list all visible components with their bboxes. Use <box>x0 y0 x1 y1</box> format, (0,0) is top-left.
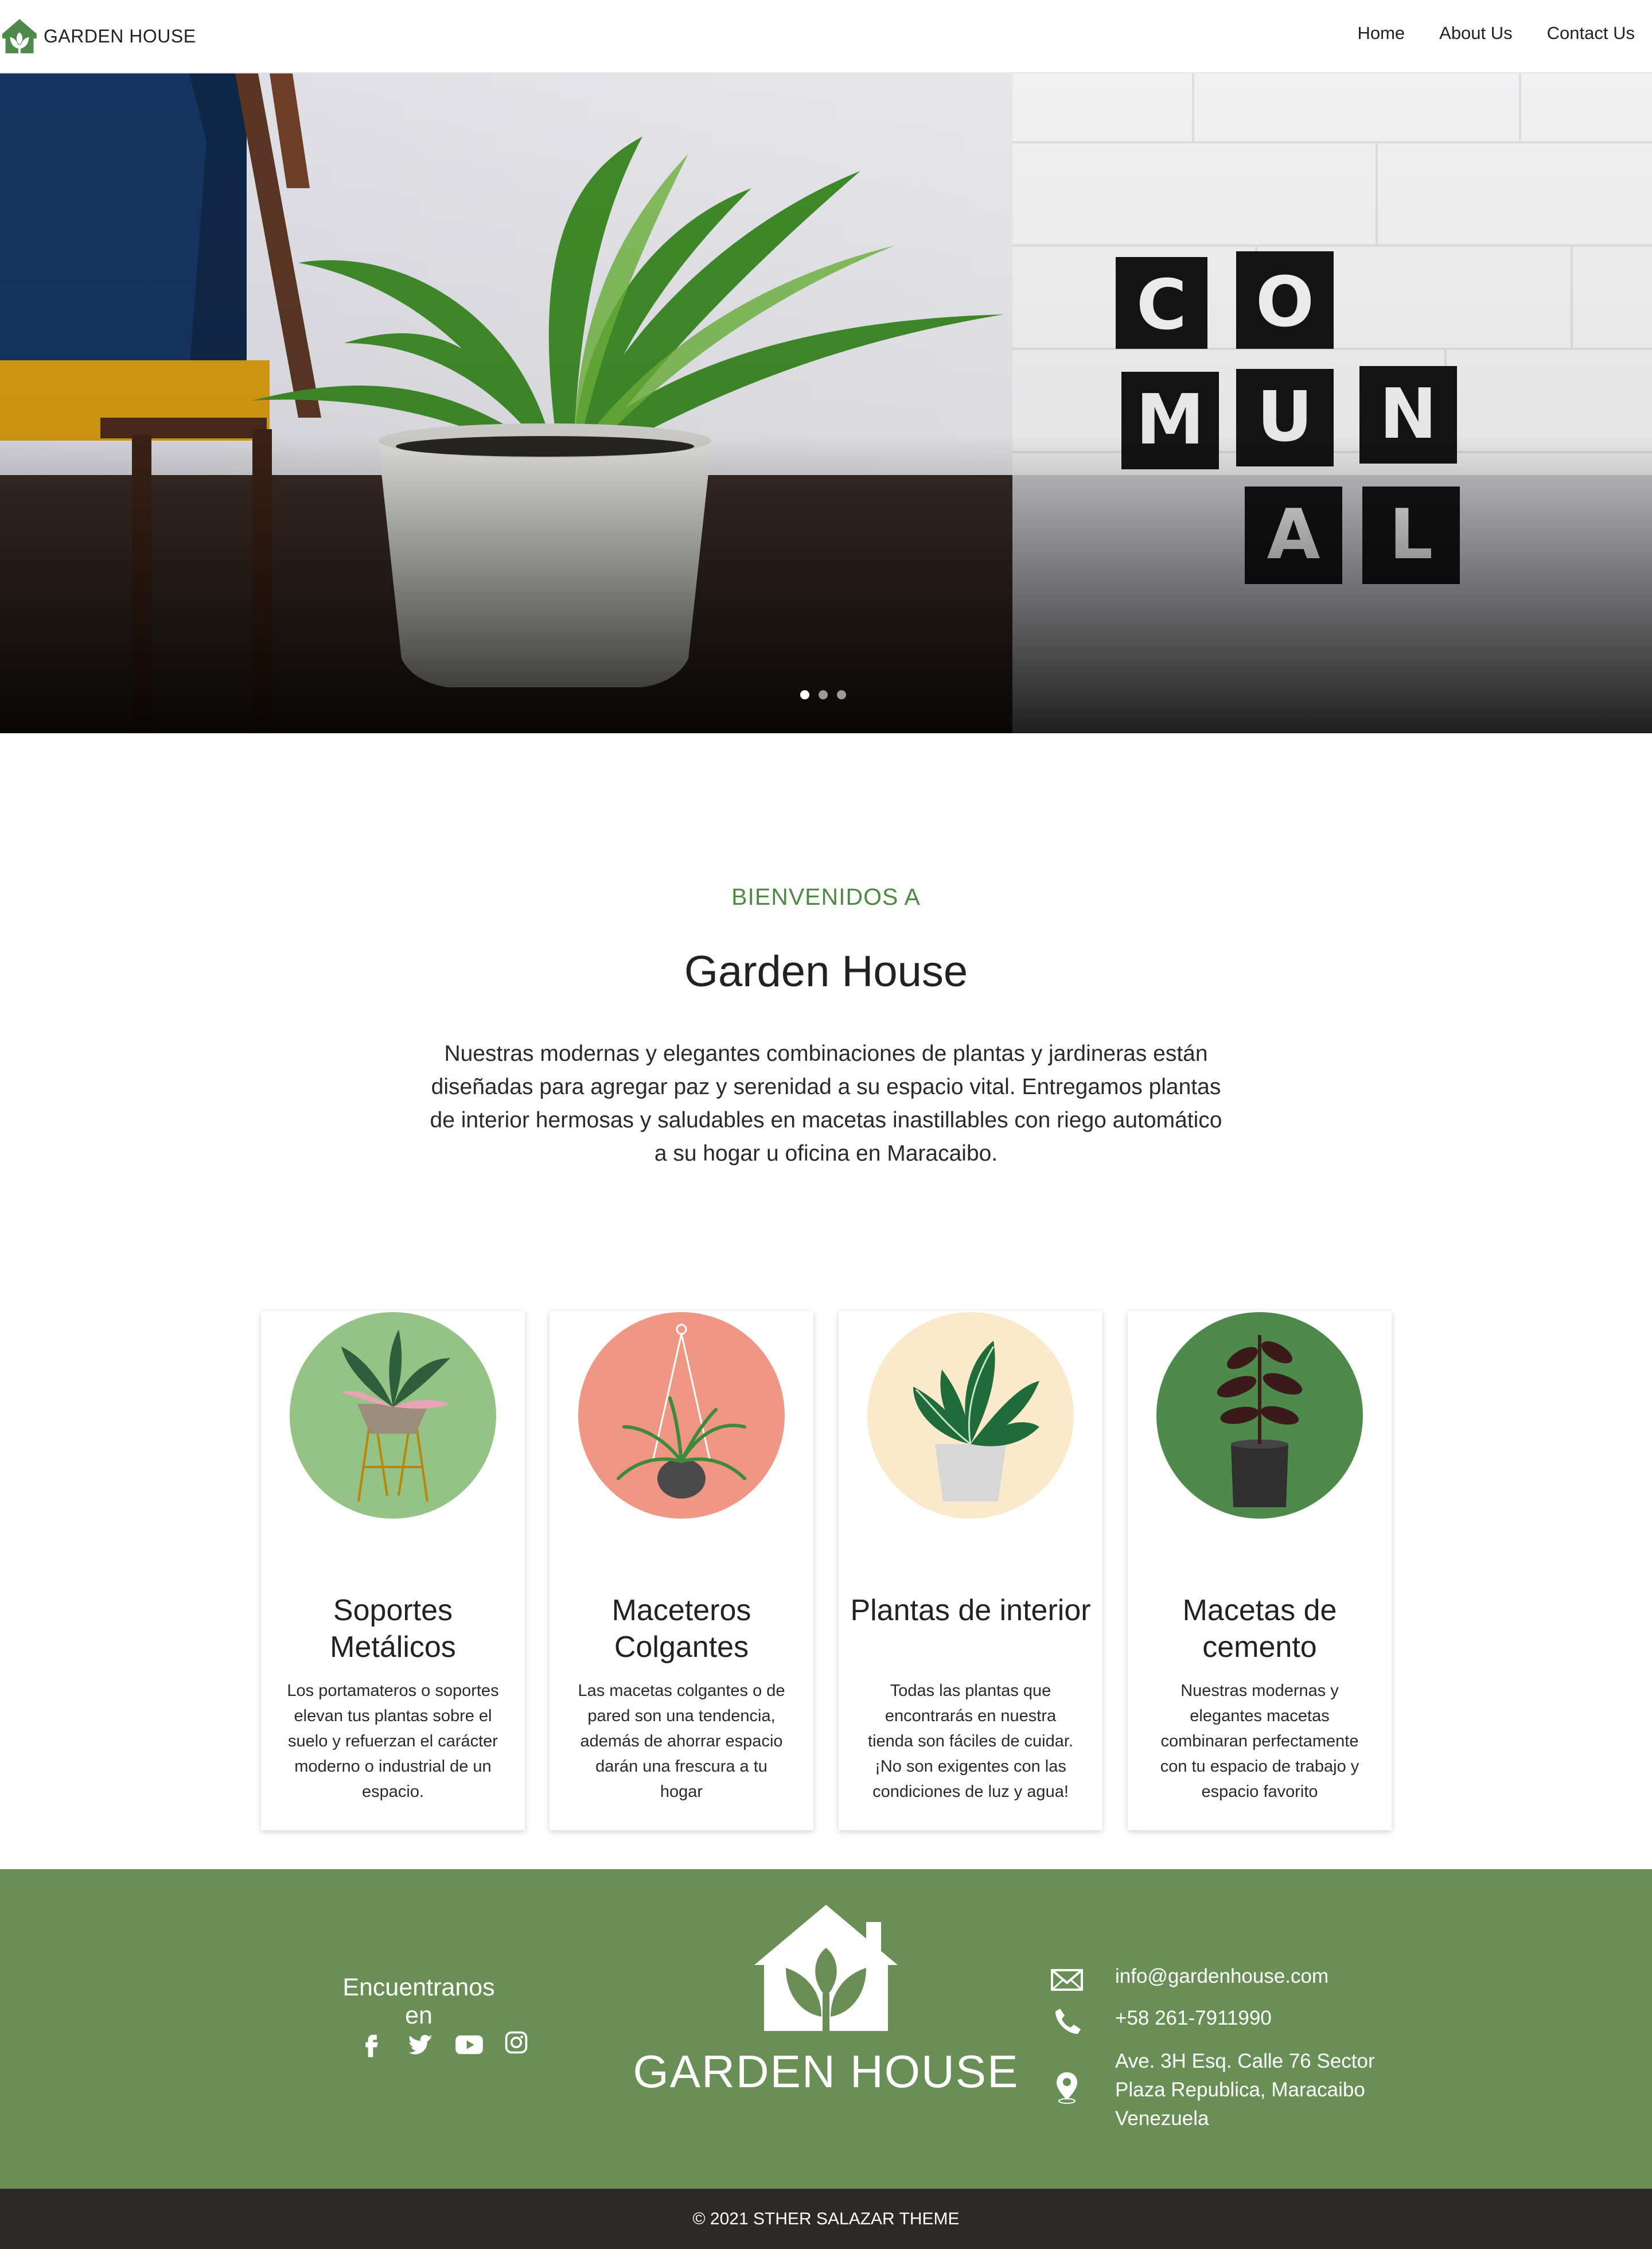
email-link[interactable]: info@gardenhouse.com <box>1115 1962 1328 1991</box>
card-title: Maceteros Colgantes <box>611 1594 751 1664</box>
map-pin-icon <box>1050 2070 1084 2104</box>
card-description: Todas las plantas que encontrarás en nue… <box>868 1682 1073 1801</box>
card-description: Las macetas colgantes o de pared son una… <box>578 1682 785 1801</box>
plant-stand-icon <box>341 1329 450 1502</box>
card-description: Nuestras modernas y elegantes macetas co… <box>1160 1682 1359 1801</box>
welcome-title: Garden House <box>684 947 968 996</box>
phone-icon <box>1050 2004 1084 2038</box>
brand-name: GARDEN HOUSE <box>44 25 196 46</box>
phone-link[interactable]: +58 261-7911990 <box>1115 2004 1272 2033</box>
main-menu: Home About Us Contact Us <box>1357 23 1635 44</box>
nav-link-contact-us[interactable]: Contact Us <box>1547 23 1635 44</box>
nav-link-about-us[interactable]: About Us <box>1439 23 1513 44</box>
top-navbar: GARDEN HOUSE Home About Us Contact Us <box>0 0 1652 73</box>
card-title: Plantas de interior <box>850 1594 1091 1627</box>
twitter-icon[interactable] <box>405 2030 435 2060</box>
copyright-bar: © 2021 STHER SALAZAR THEME <box>0 2189 1652 2249</box>
address-line: Plaza Republica, Maracaibo <box>1115 2079 1365 2101</box>
product-card-macetas[interactable]: Macetas de cemento Nuestras modernas y e… <box>1128 1311 1392 1830</box>
contact-email: info@gardenhouse.com <box>1050 1962 1328 1997</box>
welcome-description: Nuestras modernas y elegantes combinacio… <box>430 1041 1222 1166</box>
product-card-plantas[interactable]: Plantas de interior Todas las plantas qu… <box>839 1311 1102 1830</box>
garden-house-logo-icon <box>2 19 37 53</box>
contact-phone: +58 261-7911990 <box>1050 2004 1272 2038</box>
hanging-plant-icon <box>617 1324 746 1499</box>
contact-address: Ave. 3H Esq. Calle 76 Sector Plaza Repub… <box>1050 2047 1375 2133</box>
facebook-icon[interactable] <box>356 2030 385 2060</box>
carousel-dot[interactable] <box>819 690 828 699</box>
indoor-plant-icon <box>913 1341 1039 1501</box>
card-title: Macetas de cemento <box>1182 1594 1337 1664</box>
cement-pot-icon <box>1217 1335 1303 1507</box>
find-us-heading: Encuentranos en <box>342 1974 495 2029</box>
card-image <box>578 1312 785 1519</box>
card-image <box>867 1312 1074 1519</box>
social-links <box>356 2030 533 2060</box>
brand[interactable]: GARDEN HOUSE <box>0 16 196 56</box>
hero-carousel[interactable]: C O M U N A L <box>0 73 1652 733</box>
carousel-dot[interactable] <box>837 690 846 699</box>
product-card-maceteros[interactable]: Maceteros Colgantes Las macetas colgante… <box>550 1311 813 1830</box>
garden-house-footer-logo-icon <box>754 1905 898 2031</box>
carousel-indicators <box>800 690 846 699</box>
instagram-icon[interactable] <box>504 2030 533 2060</box>
address-line: Venezuela <box>1115 2107 1209 2130</box>
footer-brand-name: GARDEN HOUSE <box>633 2046 1019 2097</box>
card-description: Los portamateros o soportes elevan tus p… <box>287 1682 499 1801</box>
card-image <box>290 1312 496 1519</box>
nav-link-home[interactable]: Home <box>1357 23 1405 44</box>
address-text: Ave. 3H Esq. Calle 76 Sector Plaza Repub… <box>1115 2047 1375 2133</box>
youtube-icon[interactable] <box>454 2030 484 2060</box>
envelope-icon <box>1050 1962 1084 1997</box>
address-line: Ave. 3H Esq. Calle 76 Sector <box>1115 2050 1375 2072</box>
product-card-soportes[interactable]: Soportes Metálicos Los portamateros o so… <box>261 1311 525 1830</box>
card-image <box>1156 1312 1363 1519</box>
card-title: Soportes Metálicos <box>330 1594 456 1664</box>
carousel-dot[interactable] <box>800 690 809 699</box>
welcome-eyebrow: BIENVENIDOS A <box>731 884 921 910</box>
hero-image: C O M U N A L <box>0 73 1652 733</box>
